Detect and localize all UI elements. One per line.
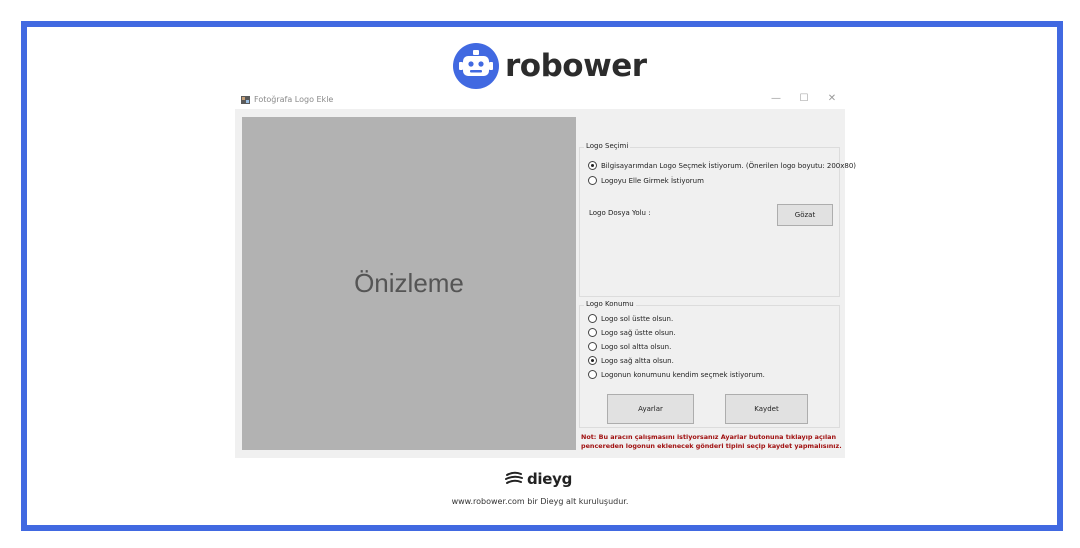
radio-icon[interactable] — [588, 328, 597, 337]
radio-checked-icon[interactable] — [588, 161, 597, 170]
warning-note: Not: Bu aracın çalışmasını istiyorsanız … — [581, 433, 842, 450]
radio-option-from-computer[interactable]: Bilgisayarımdan Logo Seçmek İstiyorum. (… — [588, 161, 856, 170]
radio-option-bottom-right[interactable]: Logo sağ altta olsun. — [588, 356, 674, 365]
logo-path-label: Logo Dosya Yolu : — [589, 209, 651, 217]
dieyg-logo-icon — [505, 471, 523, 484]
radio-option-bottom-left[interactable]: Logo sol altta olsun. — [588, 342, 671, 351]
window-title: Fotoğrafa Logo Ekle — [254, 95, 334, 104]
dieyg-brand: dieyg — [504, 469, 572, 489]
radio-option-top-left[interactable]: Logo sol üstte olsun. — [588, 314, 673, 323]
close-button[interactable]: ✕ — [825, 93, 839, 104]
radio-option-manual[interactable]: Logoyu Elle Girmek İstiyorum — [588, 176, 704, 185]
app-icon — [241, 96, 250, 104]
title-bar[interactable]: Fotoğrafa Logo Ekle — ☐ ✕ — [235, 92, 845, 109]
radio-option-top-right[interactable]: Logo sağ üstte olsun. — [588, 328, 676, 337]
radio-option-custom[interactable]: Logonun konumunu kendim seçmek istiyorum… — [588, 370, 765, 379]
footer-brand-name: dieyg — [527, 470, 573, 488]
logo-position-title: Logo Konumu — [584, 300, 636, 308]
radio-icon[interactable] — [588, 342, 597, 351]
logo-selection-title: Logo Seçimi — [584, 142, 631, 150]
brand-name: robower — [505, 48, 647, 84]
radio-checked-icon[interactable] — [588, 356, 597, 365]
radio-icon[interactable] — [588, 314, 597, 323]
footer-text: www.robower.com bir Dieyg alt kuruluşudu… — [451, 497, 629, 506]
save-button[interactable]: Kaydet — [725, 394, 808, 424]
radio-icon[interactable] — [588, 176, 597, 185]
settings-button[interactable]: Ayarlar — [607, 394, 694, 424]
logo-selection-group: Logo Seçimi Bilgisayarımdan Logo Seçmek … — [579, 142, 856, 297]
maximize-button[interactable]: ☐ — [797, 93, 811, 104]
app-window: Fotoğrafa Logo Ekle — ☐ ✕ Önizleme Logo … — [235, 92, 856, 458]
preview-label: Önizleme — [354, 268, 464, 298]
browse-button[interactable]: Gözat — [777, 204, 833, 226]
robower-brand: robower — [453, 42, 647, 90]
preview-area: Önizleme — [242, 117, 576, 450]
minimize-button[interactable]: — — [769, 93, 783, 104]
robot-logo-icon — [453, 43, 499, 89]
radio-icon[interactable] — [588, 370, 597, 379]
